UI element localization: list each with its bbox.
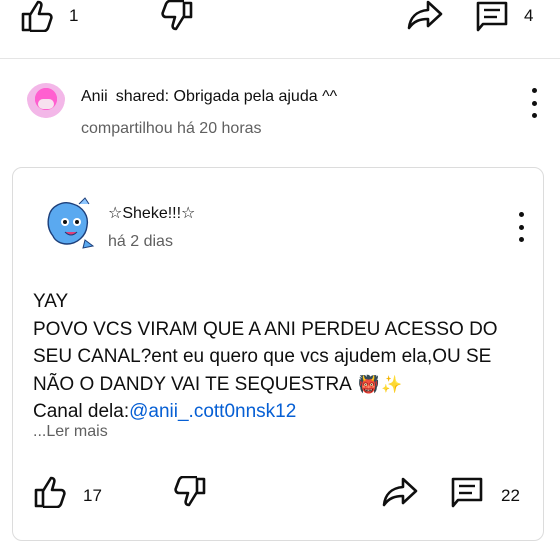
like-icon[interactable] [33,476,69,508]
post-line: YAY [33,291,69,312]
like-count: 1 [69,6,79,25]
channel-link[interactable]: @anii_.cott0nnsk12 [129,401,296,422]
post-text: YAY POVO VCS VIRAM QUE A ANI PERDEU ACES… [33,288,533,426]
author-name[interactable]: Anii [81,88,108,105]
sparkles-emoji: ✨ [381,374,403,394]
avatar[interactable] [26,83,66,123]
shared-timestamp: compartilhou há 20 horas [81,120,262,137]
original-post-time: há 2 dias [108,233,173,250]
shared-verb: shared: [115,88,170,105]
original-post-card[interactable]: ☆Sheke!!!☆ há 2 dias YAY POVO VCS VIRAM … [12,167,544,541]
more-vert-icon[interactable] [517,212,525,242]
original-author-name[interactable]: ☆Sheke!!!☆ [108,203,195,223]
share-icon[interactable] [381,477,419,509]
comment-count: 4 [524,6,534,25]
dislike-icon[interactable] [158,0,194,34]
dislike-icon[interactable] [171,476,207,510]
channel-label: Canal dela: [33,401,130,422]
post-line: NÃO O DANDY VAI TE SEQUESTRA 👹 ✨ [33,371,533,399]
like-count: 17 [83,486,102,505]
share-icon[interactable] [406,0,444,32]
post-line-text: NÃO O DANDY VAI TE SEQUESTRA [33,373,351,395]
post-line: POVO VCS VIRAM QUE A ANI PERDEU ACESSO D… [33,318,498,340]
original-author-avatar[interactable] [41,196,97,252]
comment-icon[interactable] [475,0,509,34]
ogre-emoji: 👹 [358,374,380,394]
divider [0,58,560,59]
post-line: Canal dela:@anii_.cott0nnsk12 [33,398,533,426]
comment-icon[interactable] [450,476,484,510]
post-line: SEU CANAL?ent eu quero que vcs ajudem el… [33,346,492,367]
comment-count: 22 [501,486,520,505]
more-vert-icon[interactable] [530,88,538,118]
shared-message: Obrigada pela ajuda ^^ [173,88,338,105]
like-icon[interactable] [20,0,56,32]
read-more-link[interactable]: ...Ler mais [33,423,108,441]
previous-post-actions: 1 4 [0,0,560,40]
shared-header: Anii shared: Obrigada pela ajuda ^^ [81,88,337,106]
